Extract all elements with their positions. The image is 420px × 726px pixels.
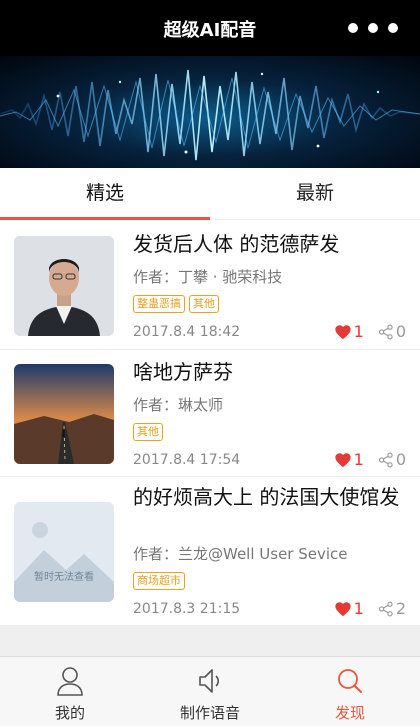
more-dots-icon[interactable] bbox=[348, 22, 398, 34]
share-count: 0 bbox=[395, 450, 406, 469]
share-icon bbox=[378, 324, 393, 339]
tag-label: 其他 bbox=[189, 295, 219, 313]
tabbar-label: 发现 bbox=[334, 704, 365, 722]
item-meta: 2017.8.3 21:15 1 2 bbox=[133, 599, 406, 618]
tab-latest[interactable]: 最新 bbox=[210, 168, 420, 220]
like-button[interactable]: 1 bbox=[334, 450, 364, 469]
tabbar-item-discover[interactable]: 发现 bbox=[280, 657, 420, 726]
item-thumbnail: 暂时无法查看 bbox=[14, 502, 114, 602]
list-footer-area bbox=[0, 626, 420, 656]
tag-label: 其他 bbox=[133, 423, 163, 441]
user-icon bbox=[57, 667, 83, 696]
title-bar: 超级AI配音 bbox=[0, 0, 420, 56]
share-button[interactable]: 0 bbox=[378, 450, 406, 469]
item-tags: 整蛊恶搞 其他 bbox=[133, 295, 219, 313]
like-count: 1 bbox=[353, 450, 364, 469]
item-date: 2017.8.4 18:42 bbox=[133, 323, 241, 340]
active-tab-indicator bbox=[0, 217, 210, 220]
item-title: 啥地方萨芬 bbox=[133, 360, 233, 384]
content-tabs: 精选 最新 bbox=[0, 168, 420, 220]
item-title: 发货后人体 的范德萨发 bbox=[133, 232, 340, 256]
item-date: 2017.8.4 17:54 bbox=[133, 451, 241, 468]
item-author: 作者：兰龙@Well User Sevice bbox=[133, 545, 348, 563]
share-button[interactable]: 2 bbox=[378, 599, 406, 618]
list-item[interactable]: 发货后人体 的范德萨发 作者：丁攀 · 驰荣科技 整蛊恶搞 其他 2017.8.… bbox=[0, 221, 420, 350]
item-thumbnail bbox=[14, 364, 114, 464]
heart-icon bbox=[334, 452, 351, 467]
thumbnail-placeholder-text: 暂时无法查看 bbox=[34, 572, 94, 583]
search-icon bbox=[338, 669, 362, 693]
list-item[interactable]: 暂时无法查看 的好烦高大上 的法国大使馆发 作者：兰龙@Well User Se… bbox=[0, 477, 420, 626]
bottom-tab-bar: 我的 制作语音 发现 bbox=[0, 656, 420, 726]
heart-icon bbox=[334, 324, 351, 339]
like-count: 1 bbox=[353, 599, 364, 618]
item-title: 的好烦高大上 的法国大使馆发 bbox=[133, 485, 400, 509]
tabbar-item-make-voice[interactable]: 制作语音 bbox=[140, 657, 280, 726]
item-author: 作者：丁攀 · 驰荣科技 bbox=[133, 268, 283, 286]
tag-label: 商场超市 bbox=[133, 572, 185, 590]
item-meta: 2017.8.4 17:54 1 0 bbox=[133, 450, 406, 469]
sound-wave-banner bbox=[0, 56, 420, 168]
like-button[interactable]: 1 bbox=[334, 599, 364, 618]
item-tags: 其他 bbox=[133, 423, 163, 441]
like-button[interactable]: 1 bbox=[334, 322, 364, 341]
like-count: 1 bbox=[353, 322, 364, 341]
item-thumbnail bbox=[14, 236, 114, 336]
list-item[interactable]: 啥地方萨芬 作者：琳太师 其他 2017.8.4 17:54 1 0 bbox=[0, 350, 420, 477]
tabbar-item-mine[interactable]: 我的 bbox=[0, 657, 140, 726]
item-date: 2017.8.3 21:15 bbox=[133, 600, 241, 617]
heart-icon bbox=[334, 601, 351, 616]
tag-label: 整蛊恶搞 bbox=[133, 295, 185, 313]
share-icon bbox=[378, 452, 393, 467]
tabbar-label: 我的 bbox=[54, 704, 85, 722]
share-count: 0 bbox=[395, 322, 406, 341]
share-button[interactable]: 0 bbox=[378, 322, 406, 341]
item-tags: 商场超市 bbox=[133, 572, 185, 590]
item-author: 作者：琳太师 bbox=[133, 396, 224, 414]
share-icon bbox=[378, 601, 393, 616]
speaker-icon bbox=[199, 669, 220, 693]
tab-featured[interactable]: 精选 bbox=[0, 168, 210, 220]
share-count: 2 bbox=[395, 599, 406, 618]
voice-list: 发货后人体 的范德萨发 作者：丁攀 · 驰荣科技 整蛊恶搞 其他 2017.8.… bbox=[0, 221, 420, 626]
tabbar-label: 制作语音 bbox=[179, 704, 240, 722]
item-meta: 2017.8.4 18:42 1 0 bbox=[133, 322, 406, 341]
